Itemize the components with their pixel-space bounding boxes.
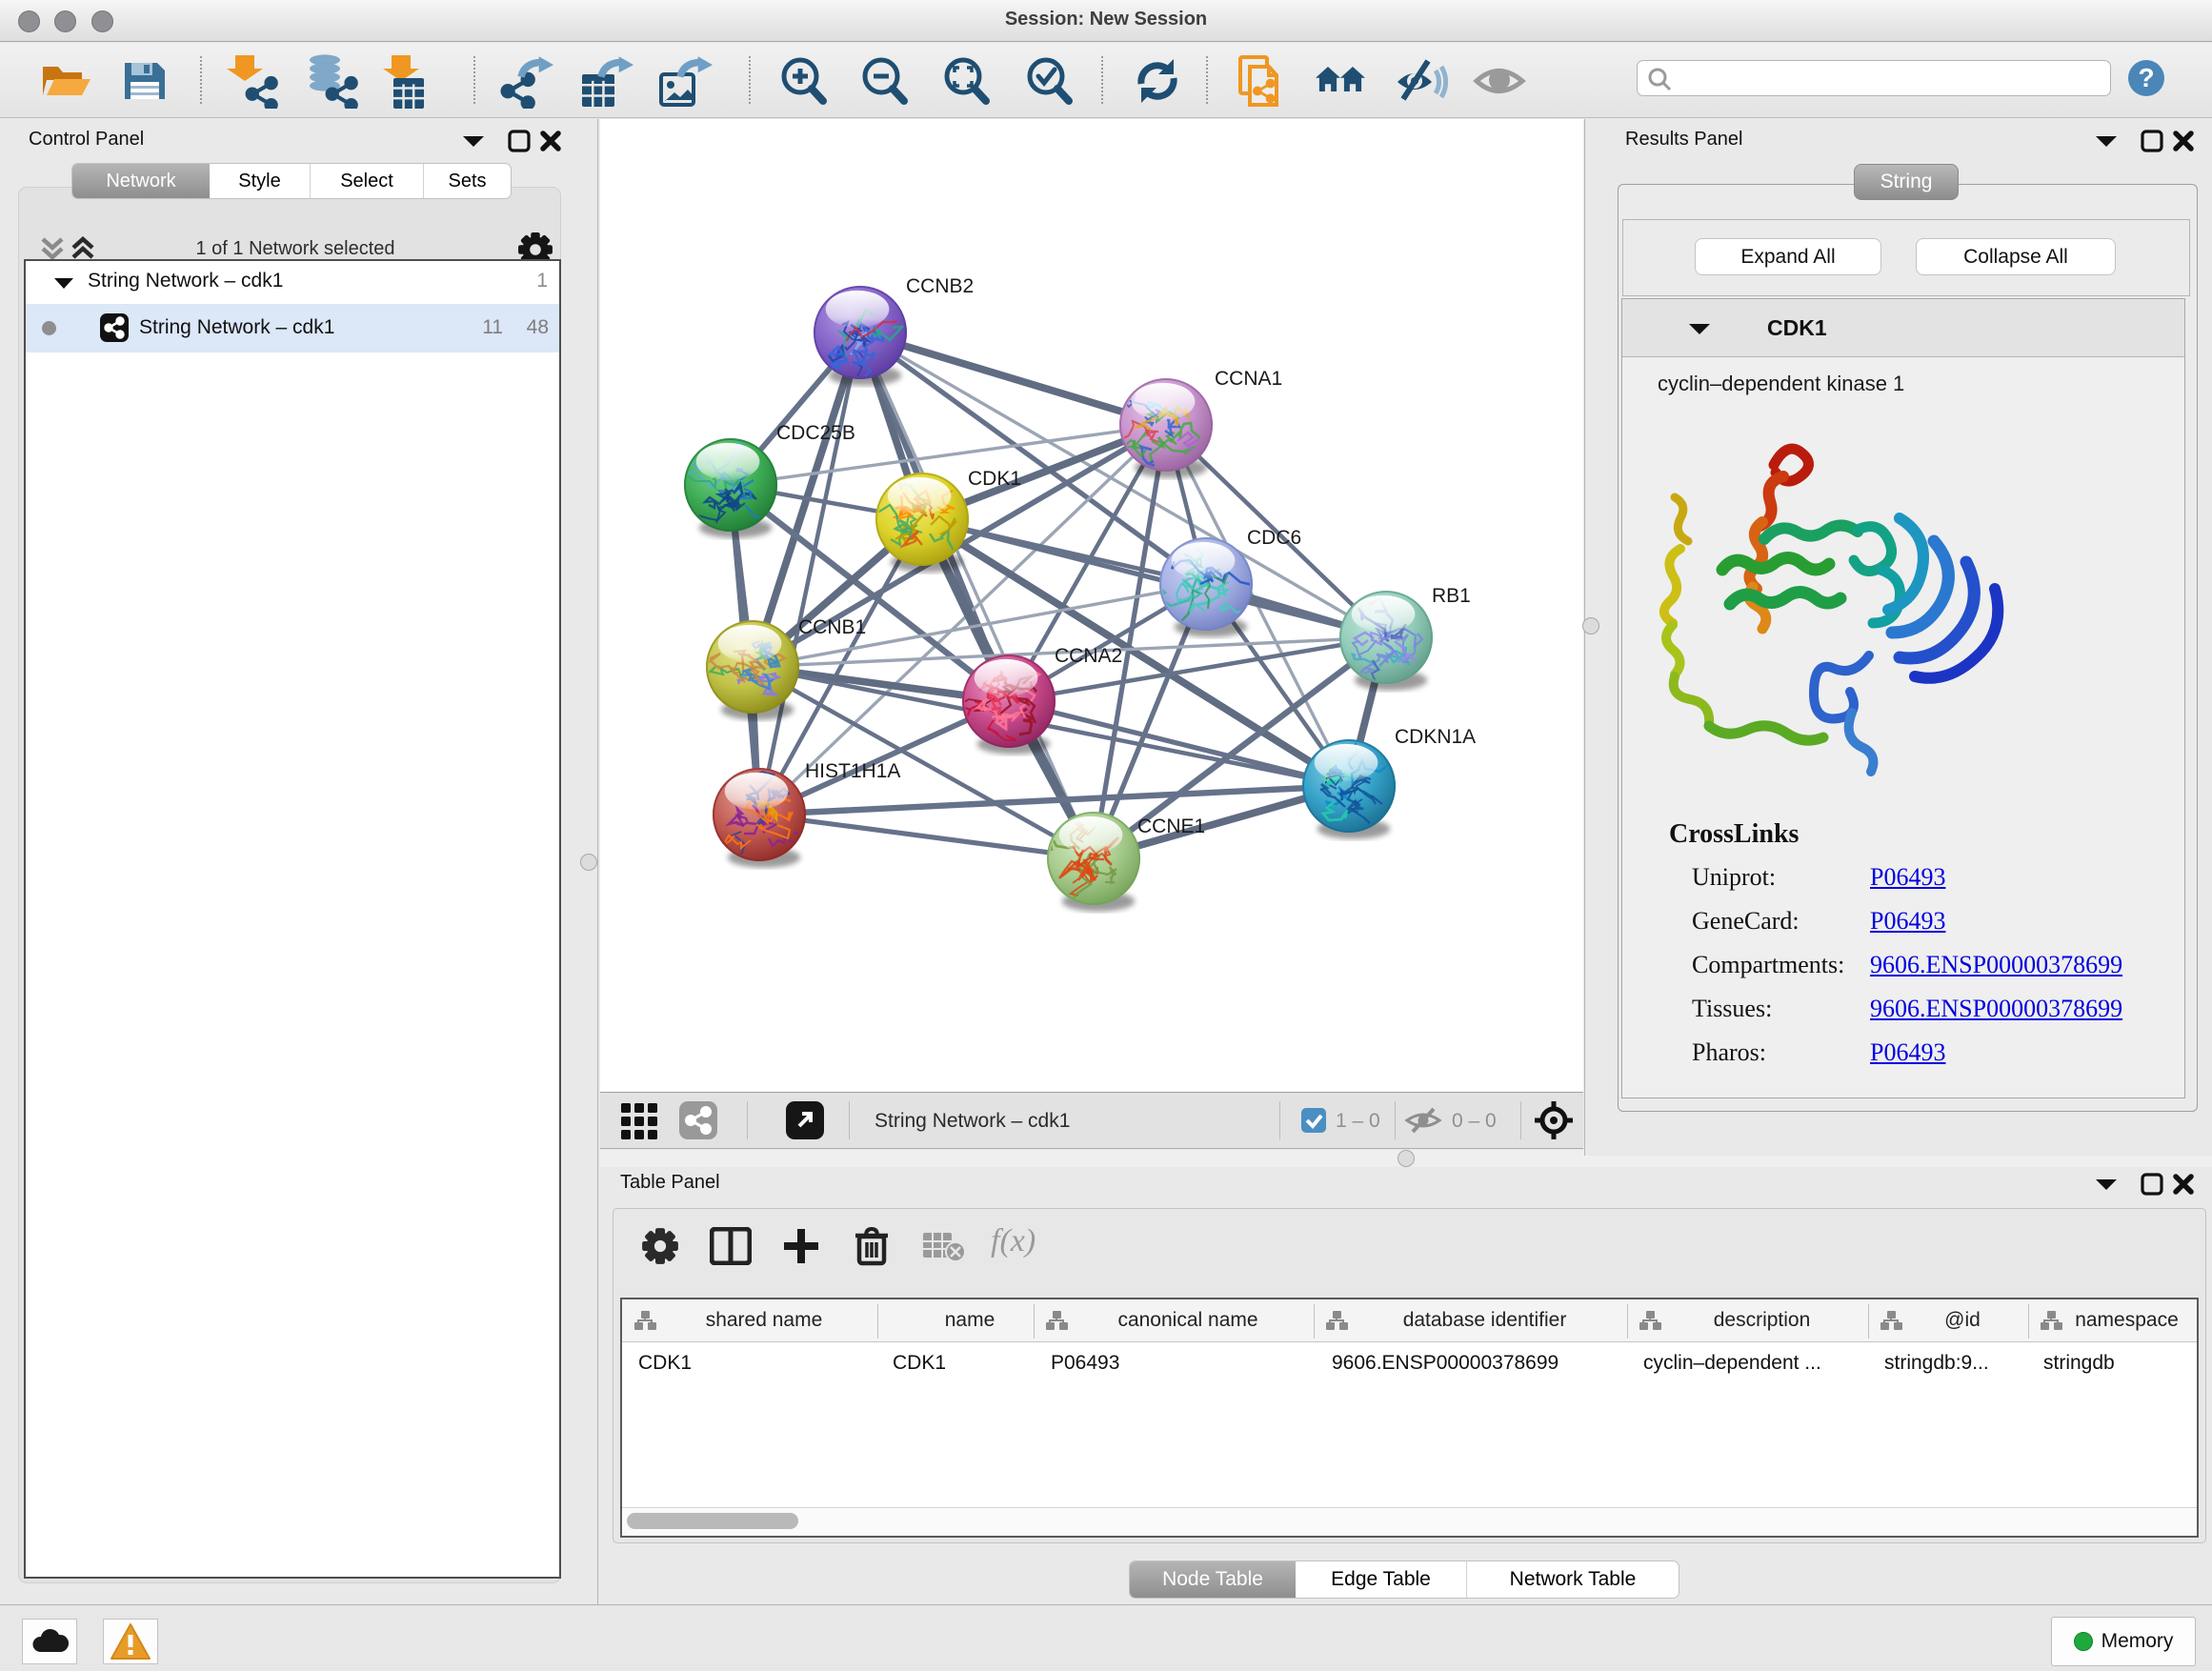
svg-text:CCNB1: CCNB1	[798, 616, 866, 638]
svg-text:HIST1H1A: HIST1H1A	[805, 760, 900, 782]
svg-text:CDC25B: CDC25B	[776, 422, 855, 444]
svg-text:CCNA1: CCNA1	[1215, 368, 1282, 390]
svg-text:CDK1: CDK1	[968, 468, 1021, 490]
svg-text:CDKN1A: CDKN1A	[1395, 726, 1476, 748]
svg-text:CCNE1: CCNE1	[1137, 815, 1205, 837]
svg-text:CCNB2: CCNB2	[906, 275, 974, 297]
svg-text:?: ?	[2138, 63, 2154, 92]
svg-text:RB1: RB1	[1432, 585, 1471, 607]
svg-text:CCNA2: CCNA2	[1055, 645, 1122, 667]
svg-text:CDC6: CDC6	[1247, 527, 1301, 549]
